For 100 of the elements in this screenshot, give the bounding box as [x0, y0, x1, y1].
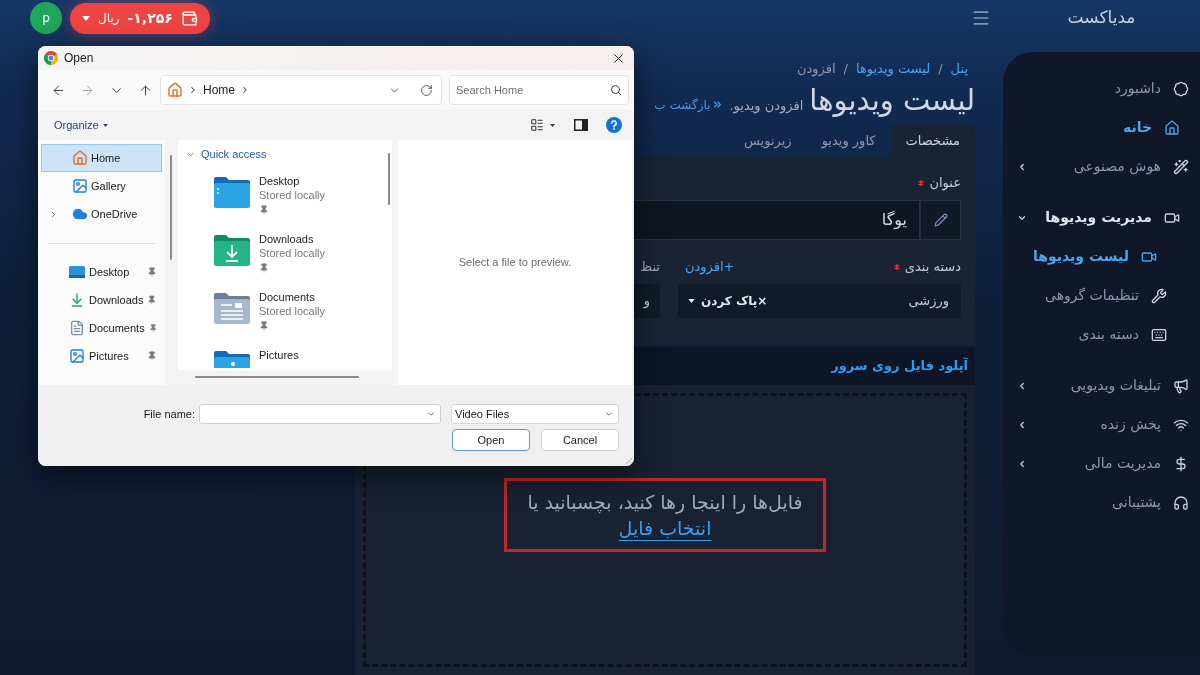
file-name-label: File name: [143, 406, 195, 422]
tab[interactable]: کاور ویدیو [806, 125, 891, 157]
add-link[interactable]: +افزودن [685, 257, 735, 277]
search-icon [610, 84, 622, 96]
picture-icon [72, 178, 88, 194]
selected-value: ورزشی [908, 292, 949, 311]
choose-file-link[interactable]: انتخاب فایل [618, 517, 712, 539]
pin-icon [147, 267, 157, 277]
sidebar-item[interactable]: پخش زنده [1003, 405, 1200, 444]
cancel-button[interactable]: Cancel [541, 429, 619, 451]
dropzone-text: فایل‌ها را اینجا رها کنید، بچسبانید یا انتخاب فایل [527, 490, 803, 541]
nav-item[interactable]: Downloads [41, 286, 162, 314]
dollar-icon [1173, 455, 1189, 472]
folder-name: Pictures [259, 348, 299, 362]
chevron-right-icon[interactable] [49, 209, 58, 219]
resize-grip-icon[interactable] [626, 458, 632, 464]
sidebar-item[interactable]: مدیریت ویدیوها [1003, 198, 1200, 237]
balance-amount: -۱,۲۵۶ [127, 8, 173, 28]
sidebar-item[interactable]: لیست ویدیوها [1003, 237, 1200, 276]
breadcrumb-link[interactable]: پنل [950, 59, 968, 79]
tab[interactable]: زیرنویس [729, 125, 807, 157]
pin-icon [259, 205, 269, 215]
back-link[interactable]: بازگشت ب [654, 95, 724, 114]
pin-icon [147, 351, 157, 361]
caret-down-icon [688, 299, 695, 303]
sidebar-item[interactable]: داشبورد [1003, 69, 1200, 108]
double-chevron-icon [712, 99, 724, 110]
keyboard-icon [1151, 326, 1167, 343]
address-segment[interactable]: Home [203, 81, 235, 99]
field-label: تنظ [640, 258, 660, 277]
nav-item[interactable]: Pictures [41, 342, 162, 370]
scrollbar-thumb[interactable] [195, 376, 359, 378]
clear-button[interactable]: ×پاک کردن [701, 292, 768, 310]
document-folder-icon [213, 293, 251, 324]
preview-pane-icon[interactable] [574, 119, 588, 131]
sidebar-item[interactable]: تنظیمات گروهی [1003, 276, 1200, 315]
chevron-down-icon[interactable] [426, 409, 436, 419]
nav-item[interactable]: OneDrive [41, 200, 162, 228]
address-bar[interactable]: Home [160, 75, 442, 105]
chevron-right-icon [240, 85, 250, 95]
refresh-icon[interactable] [420, 83, 433, 97]
download-arrow-icon [69, 292, 85, 308]
sidebar-item[interactable]: دسته بندی [1003, 315, 1200, 354]
breadcrumb-current: افزودن [796, 60, 836, 79]
upload-title: آپلود فایل روی سرور [831, 356, 968, 376]
pencil-icon [933, 213, 948, 227]
file-name-field[interactable] [199, 404, 441, 424]
home-icon [167, 82, 183, 98]
sidebar-item[interactable]: مدیریت مالی [1003, 444, 1200, 483]
badge-icon [1173, 80, 1189, 97]
page-subtitle: افزودن ویدیو. [729, 97, 804, 116]
sidebar-item[interactable]: هوش مصنوعی [1003, 147, 1200, 186]
folder-name: Desktop [259, 174, 300, 188]
sidebar-item[interactable]: خانه [1003, 108, 1200, 147]
pin-icon [259, 321, 269, 331]
sidebar-item[interactable]: تبلیغات ویدیویی [1003, 366, 1200, 405]
field-label: عنوان [929, 174, 961, 193]
help-icon[interactable] [606, 117, 622, 133]
tab[interactable]: مشخصات [890, 125, 975, 157]
nav-item[interactable]: Gallery [41, 172, 162, 200]
magic-wand-icon [1173, 158, 1189, 175]
nav-item[interactable]: Desktop [41, 258, 162, 286]
folder-name: Documents [259, 290, 315, 304]
open-button[interactable]: Open [452, 429, 530, 451]
nav-item[interactable]: Documents [41, 314, 162, 342]
breadcrumb-separator: / [843, 60, 848, 79]
list-view-icon[interactable] [530, 118, 544, 132]
file-type-select[interactable]: Video Files [451, 404, 619, 424]
document-icon [69, 320, 85, 336]
chevron-down-icon [604, 409, 614, 419]
scrollbar-thumb[interactable] [388, 153, 390, 205]
category-select[interactable]: ورزشی ×پاک کردن [678, 284, 961, 318]
cloud-icon [72, 206, 88, 222]
app-logo-icon [44, 51, 58, 65]
brand-name: مدیاکست [1067, 6, 1136, 30]
caret-down-icon [550, 123, 555, 127]
folder-status: Stored locally [259, 188, 326, 203]
caret-down-icon [82, 15, 90, 21]
search-field[interactable]: Search Home [449, 75, 629, 105]
folder-name: Downloads [259, 232, 314, 246]
wrench-icon [1151, 287, 1167, 304]
preview-message: Select a file to preview. [458, 255, 572, 271]
menu-icon[interactable] [971, 8, 991, 28]
scrollbar-thumb[interactable] [170, 155, 172, 260]
folder-icon [213, 177, 251, 208]
breadcrumb-link[interactable]: لیست ویدیوها [855, 59, 931, 79]
wallet-icon [180, 9, 198, 27]
headphones-icon [1173, 494, 1189, 511]
megaphone-icon [1173, 377, 1189, 394]
caret-down-icon [102, 123, 108, 127]
download-folder-icon [213, 235, 251, 266]
sidebar-item[interactable]: پشتیبانی [1003, 483, 1200, 522]
wallet-button[interactable]: -۱,۲۵۶ ریال [70, 2, 210, 34]
quick-access-header[interactable]: Quick access [178, 147, 392, 161]
nav-item[interactable]: Home [41, 144, 162, 172]
folder-status: Stored locally [259, 304, 326, 319]
currency-label: ریال [98, 10, 120, 27]
organize-button[interactable]: Organize [54, 116, 108, 134]
chevron-right-icon [188, 85, 198, 95]
folder-item[interactable]: Documents Stored locally [178, 290, 392, 348]
